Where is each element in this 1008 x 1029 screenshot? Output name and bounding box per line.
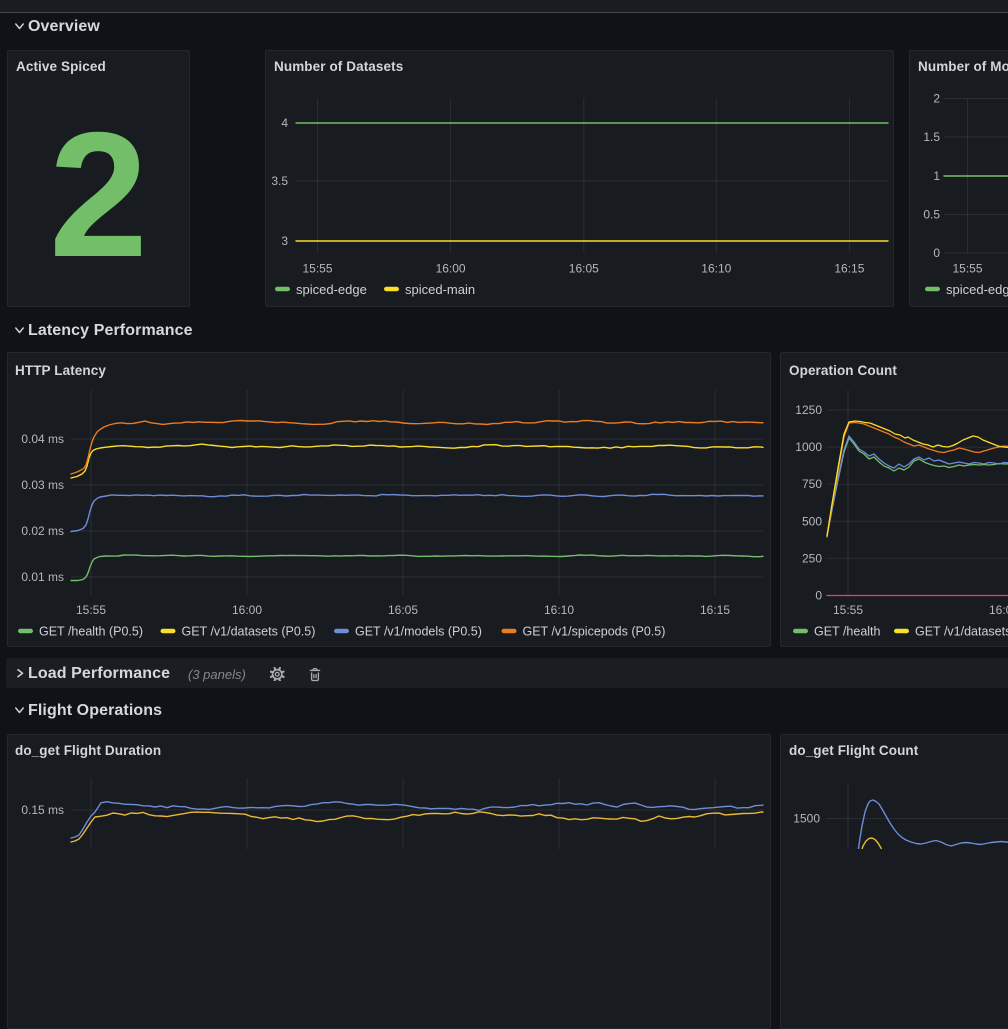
svg-text:0: 0 bbox=[933, 246, 940, 260]
svg-text:0.03 ms: 0.03 ms bbox=[21, 478, 64, 492]
svg-text:16:10: 16:10 bbox=[544, 603, 574, 617]
svg-text:4: 4 bbox=[281, 116, 288, 130]
svg-text:spiced-main: spiced-main bbox=[405, 282, 475, 297]
svg-text:GET /v1/datasets: GET /v1/datasets bbox=[915, 625, 1008, 639]
svg-text:GET /health (P0.5): GET /health (P0.5) bbox=[39, 625, 143, 639]
svg-text:GET /health: GET /health bbox=[814, 625, 881, 639]
svg-text:16:00: 16:00 bbox=[436, 262, 466, 276]
svg-text:16:05: 16:05 bbox=[569, 262, 599, 276]
svg-text:16:10: 16:10 bbox=[701, 262, 731, 276]
svg-text:0.15 ms: 0.15 ms bbox=[21, 803, 64, 817]
svg-text:1250: 1250 bbox=[795, 403, 822, 417]
svg-text:3.5: 3.5 bbox=[271, 174, 288, 188]
svg-text:250: 250 bbox=[802, 551, 822, 565]
svg-text:3: 3 bbox=[281, 234, 288, 248]
svg-text:0.5: 0.5 bbox=[923, 208, 940, 222]
svg-text:16:00: 16:00 bbox=[232, 603, 262, 617]
svg-text:15:55: 15:55 bbox=[76, 603, 106, 617]
svg-text:0: 0 bbox=[815, 589, 822, 603]
svg-text:GET /v1/spicepods (P0.5): GET /v1/spicepods (P0.5) bbox=[523, 625, 666, 639]
svg-text:1: 1 bbox=[933, 169, 940, 183]
svg-text:0.04 ms: 0.04 ms bbox=[21, 432, 64, 446]
svg-text:1.5: 1.5 bbox=[923, 130, 940, 144]
svg-text:0.01 ms: 0.01 ms bbox=[21, 570, 64, 584]
svg-text:15:55: 15:55 bbox=[952, 262, 982, 276]
svg-text:500: 500 bbox=[802, 514, 822, 528]
svg-text:2: 2 bbox=[933, 92, 940, 106]
svg-text:16:00: 16:00 bbox=[989, 603, 1008, 617]
svg-text:GET /v1/models (P0.5): GET /v1/models (P0.5) bbox=[355, 625, 482, 639]
svg-text:spiced-edge: spiced-edge bbox=[946, 282, 1008, 297]
svg-text:16:15: 16:15 bbox=[834, 262, 864, 276]
svg-text:15:55: 15:55 bbox=[302, 262, 332, 276]
svg-text:1000: 1000 bbox=[795, 440, 822, 454]
svg-text:16:15: 16:15 bbox=[700, 603, 730, 617]
svg-text:15:55: 15:55 bbox=[833, 603, 863, 617]
svg-text:1500: 1500 bbox=[793, 812, 820, 826]
svg-text:0.02 ms: 0.02 ms bbox=[21, 524, 64, 538]
svg-text:16:05: 16:05 bbox=[388, 603, 418, 617]
svg-text:GET /v1/datasets (P0.5): GET /v1/datasets (P0.5) bbox=[182, 625, 316, 639]
svg-text:750: 750 bbox=[802, 477, 822, 491]
svg-text:spiced-edge: spiced-edge bbox=[296, 282, 367, 297]
